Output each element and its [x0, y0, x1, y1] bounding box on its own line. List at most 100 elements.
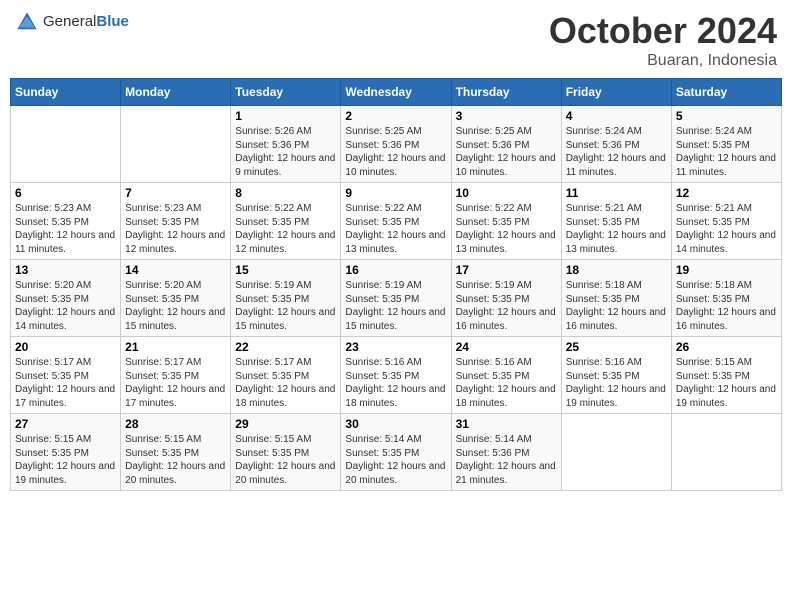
day-info: Sunrise: 5:25 AMSunset: 5:36 PMDaylight:… [456, 125, 557, 179]
weekday-header-saturday: Saturday [671, 79, 781, 106]
day-number: 4 [566, 109, 667, 123]
day-number: 3 [456, 109, 557, 123]
day-info: Sunrise: 5:21 AMSunset: 5:35 PMDaylight:… [566, 202, 667, 256]
day-number: 6 [15, 186, 116, 200]
day-number: 22 [235, 340, 336, 354]
day-number: 27 [15, 417, 116, 431]
calendar-cell: 18 Sunrise: 5:18 AMSunset: 5:35 PMDayligh… [561, 260, 671, 337]
location-title: Buaran, Indonesia [549, 52, 777, 70]
day-info: Sunrise: 5:16 AMSunset: 5:35 PMDaylight:… [566, 356, 667, 410]
calendar-cell: 6 Sunrise: 5:23 AMSunset: 5:35 PMDaylight… [11, 183, 121, 260]
day-info: Sunrise: 5:18 AMSunset: 5:35 PMDaylight:… [676, 279, 777, 333]
calendar-cell: 15Sunrise: 5:19 AMSunset: 5:35 PMDayligh… [231, 260, 341, 337]
calendar-cell [11, 106, 121, 183]
calendar-cell: 23Sunrise: 5:16 AMSunset: 5:35 PMDayligh… [341, 337, 451, 414]
day-info: Sunrise: 5:18 AMSunset: 5:35 PMDaylight:… [566, 279, 667, 333]
weekday-header-row: SundayMondayTuesdayWednesdayThursdayFrid… [11, 79, 782, 106]
calendar-cell: 4 Sunrise: 5:24 AMSunset: 5:36 PMDaylight… [561, 106, 671, 183]
day-info: Sunrise: 5:24 AMSunset: 5:35 PMDaylight:… [676, 125, 777, 179]
day-number: 12 [676, 186, 777, 200]
calendar-week-3: 13 Sunrise: 5:20 AMSunset: 5:35 PMDayligh… [11, 260, 782, 337]
weekday-header-thursday: Thursday [451, 79, 561, 106]
calendar-cell: 11 Sunrise: 5:21 AMSunset: 5:35 PMDayligh… [561, 183, 671, 260]
generalblue-icon [15, 10, 39, 34]
calendar-cell: 14 Sunrise: 5:20 AMSunset: 5:35 PMDayligh… [121, 260, 231, 337]
day-info: Sunrise: 5:15 AMSunset: 5:35 PMDaylight:… [125, 433, 226, 487]
day-info: Sunrise: 5:20 AMSunset: 5:35 PMDaylight:… [15, 279, 116, 333]
calendar-cell: 19 Sunrise: 5:18 AMSunset: 5:35 PMDayligh… [671, 260, 781, 337]
day-info: Sunrise: 5:24 AMSunset: 5:36 PMDaylight:… [566, 125, 667, 179]
day-info: Sunrise: 5:22 AMSunset: 5:35 PMDaylight:… [456, 202, 557, 256]
calendar-cell: 9 Sunrise: 5:22 AMSunset: 5:35 PMDaylight… [341, 183, 451, 260]
day-info: Sunrise: 5:14 AMSunset: 5:35 PMDaylight:… [345, 433, 446, 487]
day-number: 11 [566, 186, 667, 200]
calendar-cell: 20Sunrise: 5:17 AMSunset: 5:35 PMDayligh… [11, 337, 121, 414]
calendar-cell [121, 106, 231, 183]
day-number: 28 [125, 417, 226, 431]
day-info: Sunrise: 5:19 AMSunset: 5:35 PMDaylight:… [456, 279, 557, 333]
calendar-cell: 31Sunrise: 5:14 AMSunset: 5:36 PMDayligh… [451, 414, 561, 491]
day-number: 23 [345, 340, 446, 354]
day-number: 8 [235, 186, 336, 200]
logo: GeneralBlue [15, 10, 129, 34]
day-number: 13 [15, 263, 116, 277]
weekday-header-wednesday: Wednesday [341, 79, 451, 106]
calendar-cell: 25Sunrise: 5:16 AMSunset: 5:35 PMDayligh… [561, 337, 671, 414]
calendar-cell: 26 Sunrise: 5:15 AMSunset: 5:35 PMDayligh… [671, 337, 781, 414]
day-number: 26 [676, 340, 777, 354]
title-block: October 2024 Buaran, Indonesia [549, 10, 777, 70]
calendar-cell: 24 Sunrise: 5:16 AMSunset: 5:35 PMDayligh… [451, 337, 561, 414]
calendar-cell: 3 Sunrise: 5:25 AMSunset: 5:36 PMDaylight… [451, 106, 561, 183]
day-number: 2 [345, 109, 446, 123]
day-info: Sunrise: 5:17 AMSunset: 5:35 PMDaylight:… [235, 356, 336, 410]
calendar-cell [561, 414, 671, 491]
weekday-header-monday: Monday [121, 79, 231, 106]
calendar-cell: 5 Sunrise: 5:24 AMSunset: 5:35 PMDaylight… [671, 106, 781, 183]
weekday-header-sunday: Sunday [11, 79, 121, 106]
logo-blue: Blue [96, 13, 129, 30]
day-number: 31 [456, 417, 557, 431]
day-number: 16 [345, 263, 446, 277]
calendar-week-2: 6 Sunrise: 5:23 AMSunset: 5:35 PMDaylight… [11, 183, 782, 260]
day-number: 9 [345, 186, 446, 200]
calendar-cell: 28 Sunrise: 5:15 AMSunset: 5:35 PMDayligh… [121, 414, 231, 491]
calendar-cell: 22 Sunrise: 5:17 AMSunset: 5:35 PMDayligh… [231, 337, 341, 414]
calendar-cell: 16Sunrise: 5:19 AMSunset: 5:35 PMDayligh… [341, 260, 451, 337]
day-number: 24 [456, 340, 557, 354]
day-number: 21 [125, 340, 226, 354]
day-info: Sunrise: 5:15 AMSunset: 5:35 PMDaylight:… [15, 433, 116, 487]
logo-general: General [43, 13, 96, 30]
day-info: Sunrise: 5:15 AMSunset: 5:35 PMDaylight:… [235, 433, 336, 487]
day-number: 7 [125, 186, 226, 200]
calendar-cell: 13 Sunrise: 5:20 AMSunset: 5:35 PMDayligh… [11, 260, 121, 337]
weekday-header-friday: Friday [561, 79, 671, 106]
day-info: Sunrise: 5:22 AMSunset: 5:35 PMDaylight:… [235, 202, 336, 256]
day-number: 5 [676, 109, 777, 123]
page-header: GeneralBlue October 2024 Buaran, Indones… [10, 10, 782, 70]
day-info: Sunrise: 5:16 AMSunset: 5:35 PMDaylight:… [456, 356, 557, 410]
day-info: Sunrise: 5:20 AMSunset: 5:35 PMDaylight:… [125, 279, 226, 333]
calendar-cell: 8 Sunrise: 5:22 AMSunset: 5:35 PMDaylight… [231, 183, 341, 260]
calendar-cell: 17 Sunrise: 5:19 AMSunset: 5:35 PMDayligh… [451, 260, 561, 337]
day-number: 10 [456, 186, 557, 200]
day-info: Sunrise: 5:19 AMSunset: 5:35 PMDaylight:… [235, 279, 336, 333]
day-info: Sunrise: 5:22 AMSunset: 5:35 PMDaylight:… [345, 202, 446, 256]
day-info: Sunrise: 5:15 AMSunset: 5:35 PMDaylight:… [676, 356, 777, 410]
calendar-cell: 12Sunrise: 5:21 AMSunset: 5:35 PMDayligh… [671, 183, 781, 260]
weekday-header-tuesday: Tuesday [231, 79, 341, 106]
day-info: Sunrise: 5:26 AMSunset: 5:36 PMDaylight:… [235, 125, 336, 179]
calendar-cell [671, 414, 781, 491]
calendar-body: 1Sunrise: 5:26 AMSunset: 5:36 PMDaylight… [11, 106, 782, 491]
calendar-cell: 2Sunrise: 5:25 AMSunset: 5:36 PMDaylight… [341, 106, 451, 183]
day-number: 30 [345, 417, 446, 431]
day-number: 17 [456, 263, 557, 277]
day-info: Sunrise: 5:23 AMSunset: 5:35 PMDaylight:… [15, 202, 116, 256]
day-number: 19 [676, 263, 777, 277]
calendar-cell: 10 Sunrise: 5:22 AMSunset: 5:35 PMDayligh… [451, 183, 561, 260]
day-number: 14 [125, 263, 226, 277]
day-number: 20 [15, 340, 116, 354]
day-info: Sunrise: 5:23 AMSunset: 5:35 PMDaylight:… [125, 202, 226, 256]
calendar-cell: 30 Sunrise: 5:14 AMSunset: 5:35 PMDayligh… [341, 414, 451, 491]
day-number: 18 [566, 263, 667, 277]
calendar-cell: 21Sunrise: 5:17 AMSunset: 5:35 PMDayligh… [121, 337, 231, 414]
